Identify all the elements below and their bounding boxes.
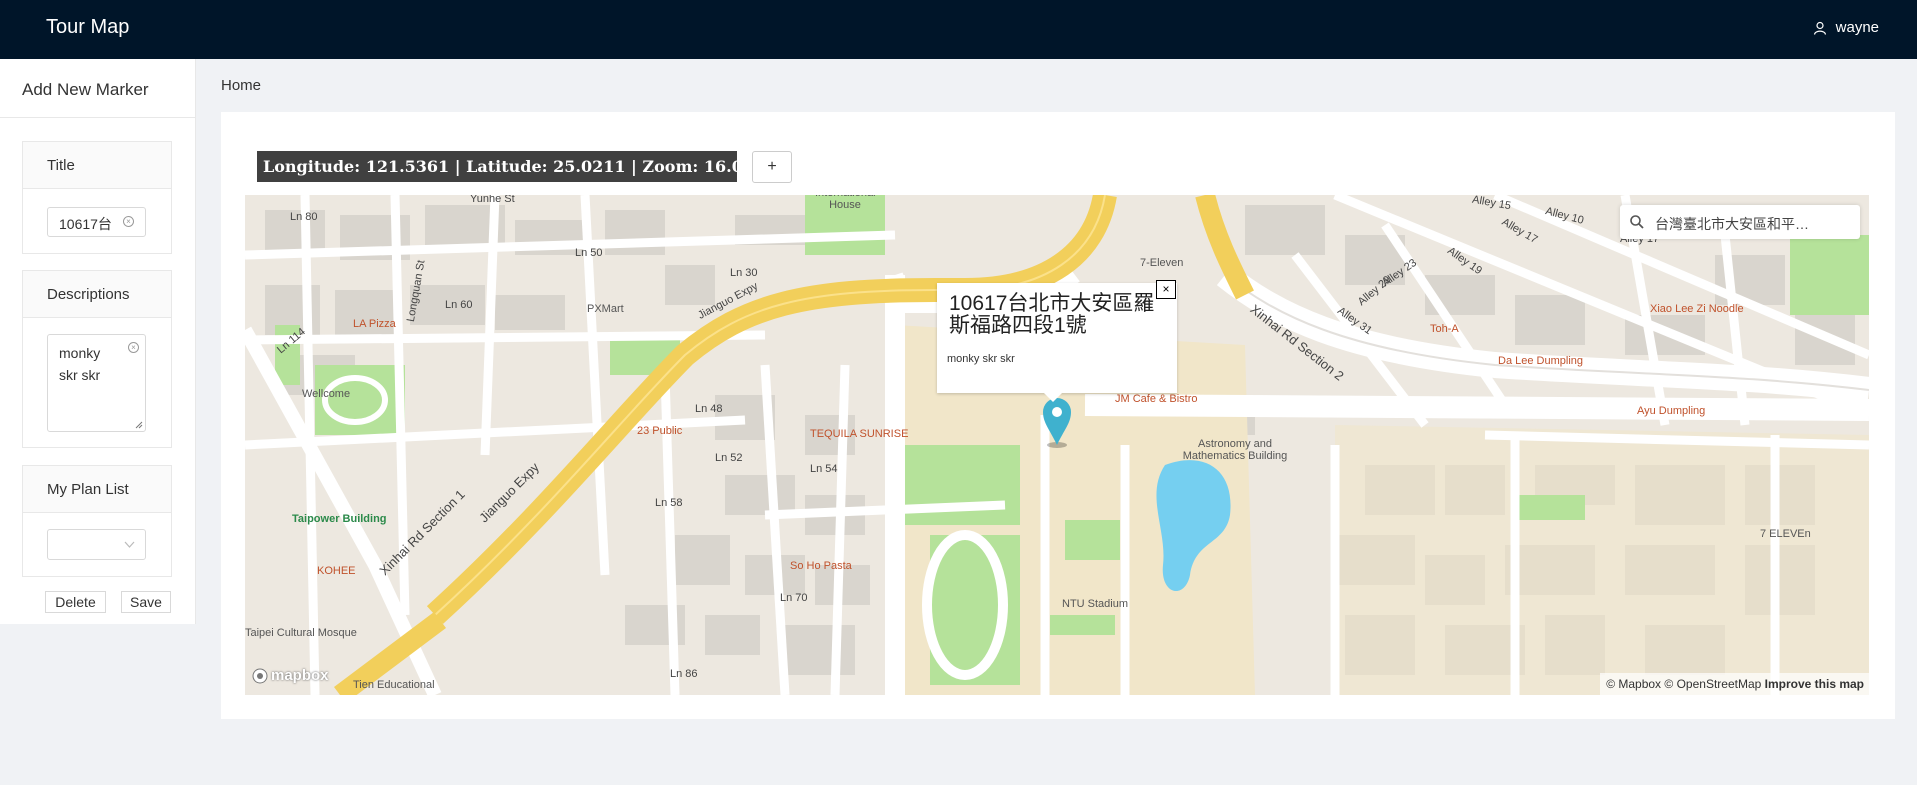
popup-description: monky skr skr (947, 353, 1015, 365)
map-canvas[interactable]: Yunhe St Ln 80 Ln 50 Ln 30 Ln 60 Ln 48 L… (245, 195, 1869, 695)
map-label-ln52: Ln 52 (715, 452, 743, 464)
map-label-ln48: Ln 48 (695, 403, 723, 415)
popup-close-button[interactable]: × (1156, 280, 1176, 299)
map-label-ln30: Ln 30 (730, 267, 758, 279)
map-attribution: © Mapbox © OpenStreetMap Improve this ma… (1600, 673, 1869, 695)
plan-list-card: My Plan List (22, 465, 172, 577)
popup-title: 10617台北市大安區羅斯福路四段1號 (949, 292, 1155, 337)
map-label-pxmart: PXMart (587, 303, 624, 315)
attribution-osm[interactable]: © OpenStreetMap (1664, 677, 1761, 691)
map-label-taipower: Taipower Building (292, 513, 387, 525)
zoom-in-button[interactable]: + (752, 151, 792, 183)
map-label-so-ho: So Ho Pasta (790, 560, 852, 572)
map-label-mosque: Taipei Cultural Mosque (245, 627, 357, 639)
descriptions-textarea[interactable]: monky skr skr × (47, 334, 146, 432)
popup-tip (1043, 392, 1063, 402)
map-label-da-lee: Da Lee Dumpling (1498, 355, 1583, 367)
map-label-astronomy: Astronomy and Mathematics Building (1182, 438, 1288, 462)
map-label-ln58: Ln 58 (655, 497, 683, 509)
user-icon (1813, 21, 1826, 35)
plan-list-label: My Plan List (23, 466, 171, 513)
map-label-ln50: Ln 50 (575, 247, 603, 259)
map-label-7eleven-b: 7 ELEVEn (1760, 528, 1811, 540)
title-card: Title (22, 141, 172, 254)
map-label-jm-cafe: JM Cafe & Bistro (1115, 393, 1198, 405)
map-label-ln86: Ln 86 (670, 668, 698, 680)
map-label-ln60: Ln 60 (445, 299, 473, 311)
map-search-value: 台灣臺北市大安區和平… (1655, 216, 1809, 232)
map-label-la-pizza: LA Pizza (353, 318, 396, 330)
descriptions-card-label: Descriptions (23, 271, 171, 318)
resize-handle-icon[interactable] (135, 421, 143, 429)
improve-map-link[interactable]: Improve this map (1765, 677, 1864, 691)
map-label-international-house: International House (815, 195, 876, 211)
map-label-wellcome: Wellcome (302, 388, 351, 400)
breadcrumb[interactable]: Home (221, 77, 261, 94)
chevron-down-icon (124, 541, 135, 548)
delete-button[interactable]: Delete (45, 591, 106, 613)
map-label-tien: Tien Educational (353, 679, 435, 691)
search-icon (1630, 215, 1644, 229)
plan-list-select[interactable] (47, 529, 146, 560)
map-label-ln80: Ln 80 (290, 211, 318, 223)
map-label-xiao-lee: Xiao Lee Zi Noodle (1650, 303, 1744, 315)
clear-descriptions-icon[interactable]: × (128, 342, 139, 353)
marker-popup: 10617台北市大安區羅斯福路四段1號 monky skr skr (937, 283, 1177, 393)
title-input[interactable]: 10617台 × (47, 207, 146, 237)
mapbox-logo-icon (252, 668, 268, 683)
map-label-kohee: KOHEE (317, 565, 356, 577)
mapbox-logo-text: mapbox (271, 667, 329, 684)
map-label-tequila: TEQUILA SUNRISE (810, 428, 909, 440)
top-header: Tour Map wayne (0, 0, 1917, 59)
map-label-7eleven: 7-Eleven (1140, 257, 1184, 269)
attribution-mapbox[interactable]: © Mapbox (1606, 677, 1661, 691)
map-search-input[interactable]: 台灣臺北市大安區和平… (1620, 205, 1860, 239)
sidebar-title: Add New Marker (0, 59, 195, 118)
coordinate-readout: Longitude: 121.5361 | Latitude: 25.0211 … (257, 151, 754, 182)
user-menu[interactable]: wayne (1813, 19, 1879, 36)
user-name: wayne (1835, 19, 1879, 36)
map-label-ln54: Ln 54 (810, 463, 838, 475)
title-card-label: Title (23, 142, 171, 189)
mapbox-logo[interactable]: mapbox (252, 667, 329, 684)
map-label-ln70: Ln 70 (780, 592, 808, 604)
map-label-23-public: 23 Public (637, 425, 683, 437)
save-button[interactable]: Save (121, 591, 171, 613)
app-title: Tour Map (46, 16, 130, 38)
map-label-ntu-stadium: NTU Stadium (1062, 598, 1129, 610)
descriptions-value: monky skr skr (59, 345, 101, 383)
clear-title-icon[interactable]: × (123, 216, 134, 227)
map-label-toh-a: Toh-A (1430, 323, 1459, 335)
map-label-ayu: Ayu Dumpling (1637, 405, 1706, 417)
map-label-yunhe: Yunhe St (470, 195, 515, 205)
map-base (245, 195, 1869, 695)
title-input-value: 10617台 (59, 216, 112, 232)
